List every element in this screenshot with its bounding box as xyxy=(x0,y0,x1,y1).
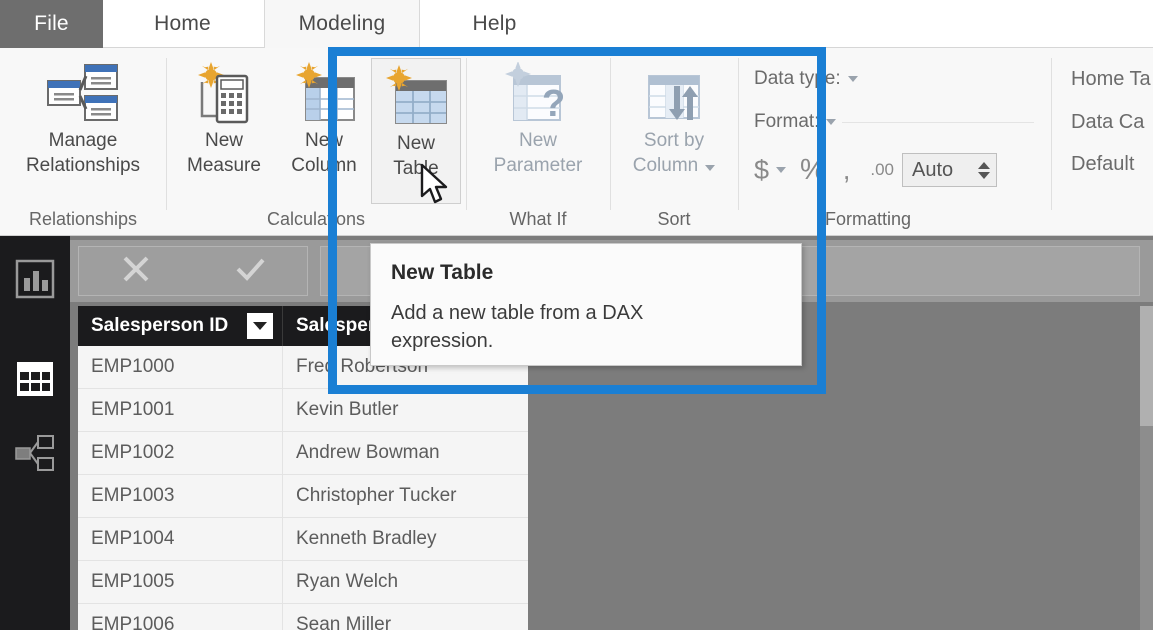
data-view-icon[interactable] xyxy=(14,358,56,400)
tab-home-label: Home xyxy=(154,11,211,35)
column-header-label: Salesperson ID xyxy=(91,315,229,336)
table-row[interactable]: EMP1005 Ryan Welch xyxy=(78,561,528,604)
tab-help[interactable]: Help xyxy=(432,0,557,47)
cell-salesperson[interactable]: Andrew Bowman xyxy=(283,432,528,474)
group-label-formatting: Formatting xyxy=(824,209,912,229)
new-measure-button[interactable]: New Measure xyxy=(176,60,272,178)
tab-home[interactable]: Home xyxy=(110,0,255,47)
new-parameter-icon: ? xyxy=(504,60,572,126)
new-column-label: New Column xyxy=(291,130,357,176)
decimal-places-value: Auto xyxy=(911,158,954,181)
cell-salesperson[interactable]: Ryan Welch xyxy=(283,561,528,603)
format-label: Format: xyxy=(754,111,820,132)
tab-modeling-label: Modeling xyxy=(298,12,386,35)
currency-button[interactable]: $ xyxy=(754,155,769,186)
ribbon-group-sort: Sort by Column Sort xyxy=(610,48,738,236)
cell-salesperson[interactable]: Christopher Tucker xyxy=(283,475,528,517)
vertical-scrollbar[interactable] xyxy=(1140,306,1153,630)
tooltip-title: New Table xyxy=(391,261,494,284)
cell-salesperson[interactable]: Sean Miller xyxy=(283,604,528,630)
ribbon-group-relationships: Manage Relationships Relationships xyxy=(0,48,166,236)
default-summarization-label: Default xyxy=(1071,153,1135,175)
tab-help-label: Help xyxy=(472,11,517,35)
group-label-what-if: What If xyxy=(509,209,567,229)
manage-relationships-button[interactable]: Manage Relationships xyxy=(8,60,158,178)
table-row[interactable]: EMP1006 Sean Miller xyxy=(78,604,528,630)
data-category-label: Data Ca xyxy=(1071,111,1145,133)
new-measure-icon xyxy=(192,60,256,126)
home-table-label: Home Ta xyxy=(1071,68,1151,90)
tab-file[interactable]: File xyxy=(0,0,103,48)
currency-chevron-icon[interactable] xyxy=(776,167,787,173)
cell-salesperson-id[interactable]: EMP1001 xyxy=(78,389,283,431)
cell-salesperson-id[interactable]: EMP1000 xyxy=(78,346,283,388)
power-bi-window: File Home Modeling Help Manage Relations… xyxy=(0,0,1153,630)
new-parameter-button[interactable]: ? New Parameter xyxy=(474,60,602,178)
tooltip-body: Add a new table from a DAX expression. xyxy=(391,302,644,352)
new-table-icon xyxy=(384,63,448,129)
cell-salesperson-id[interactable]: EMP1002 xyxy=(78,432,283,474)
chevron-down-icon[interactable] xyxy=(705,165,716,171)
formula-bar-actions xyxy=(78,246,308,296)
group-label-sort: Sort xyxy=(657,209,691,229)
format-chevron-icon[interactable] xyxy=(826,119,837,125)
tab-modeling[interactable]: Modeling xyxy=(264,0,420,48)
table-row[interactable]: EMP1002 Andrew Bowman xyxy=(78,432,528,475)
new-table-tooltip: New Table Add a new table from a DAX exp… xyxy=(370,243,802,366)
format-toolbar: $ % , .00 Auto xyxy=(754,153,1039,187)
decimal-places-button[interactable]: .00 xyxy=(870,160,894,180)
relationships-icon xyxy=(45,60,121,126)
new-column-button[interactable]: New Column xyxy=(276,60,372,178)
cell-salesperson[interactable]: Kenneth Bradley xyxy=(283,518,528,560)
confirm-icon[interactable] xyxy=(230,249,270,294)
filter-dropdown-icon[interactable] xyxy=(247,313,273,339)
table-row[interactable]: EMP1004 Kenneth Bradley xyxy=(78,518,528,561)
ribbon-group-calculations: New Measure New Column New Table Calcula… xyxy=(166,48,466,236)
data-type-row[interactable]: Data type: xyxy=(754,68,1034,90)
new-parameter-label: New Parameter xyxy=(493,130,583,176)
data-type-chevron-icon[interactable] xyxy=(847,76,858,82)
cell-salesperson-id[interactable]: EMP1003 xyxy=(78,475,283,517)
group-label-relationships: Relationships xyxy=(28,209,138,229)
scrollbar-thumb[interactable] xyxy=(1140,306,1153,426)
table-row[interactable]: EMP1001 Kevin Butler xyxy=(78,389,528,432)
sort-by-column-label: Sort by Column xyxy=(633,128,716,178)
table-row[interactable]: EMP1003 Christopher Tucker xyxy=(78,475,528,518)
cancel-icon[interactable] xyxy=(116,249,156,294)
report-view-icon[interactable] xyxy=(14,258,56,300)
thousands-button[interactable]: , xyxy=(843,155,851,186)
cell-salesperson-id[interactable]: EMP1004 xyxy=(78,518,283,560)
sort-by-column-button[interactable]: Sort by Column xyxy=(618,60,730,178)
new-table-label: New Table xyxy=(393,133,439,179)
model-view-icon[interactable] xyxy=(14,432,56,474)
new-column-icon xyxy=(292,60,356,126)
cell-salesperson[interactable]: Kevin Butler xyxy=(283,389,528,431)
percent-button[interactable]: % xyxy=(800,154,826,187)
ribbon-group-formatting: Data type: Format: $ % , .00 Auto Format… xyxy=(738,48,1051,236)
ribbon-tab-bar: File Home Modeling Help xyxy=(0,0,1153,48)
tab-file-label: File xyxy=(34,12,69,35)
cell-salesperson-id[interactable]: EMP1005 xyxy=(78,561,283,603)
ribbon-group-what-if: ? New Parameter What If xyxy=(466,48,610,236)
data-type-label: Data type: xyxy=(754,68,841,89)
ribbon-group-properties: Home Ta Data Ca Default xyxy=(1051,48,1153,236)
ribbon: Manage Relationships Relationships New M… xyxy=(0,48,1153,236)
manage-relationships-label: Manage Relationships xyxy=(25,130,141,176)
svg-text:?: ? xyxy=(542,83,565,124)
view-switch-bar xyxy=(0,236,70,630)
format-row[interactable]: Format: xyxy=(754,111,1034,133)
sort-by-column-icon xyxy=(641,60,707,126)
decimal-places-stepper[interactable]: Auto xyxy=(901,153,997,187)
format-placeholder-line xyxy=(842,121,1034,123)
new-measure-label: New Measure xyxy=(187,130,261,176)
new-table-button[interactable]: New Table xyxy=(371,58,461,204)
group-label-calculations: Calculations xyxy=(266,209,366,229)
cell-salesperson-id[interactable]: EMP1006 xyxy=(78,604,283,630)
stepper-arrows-icon[interactable] xyxy=(977,161,990,179)
column-header-salesperson-id[interactable]: Salesperson ID xyxy=(78,306,283,346)
